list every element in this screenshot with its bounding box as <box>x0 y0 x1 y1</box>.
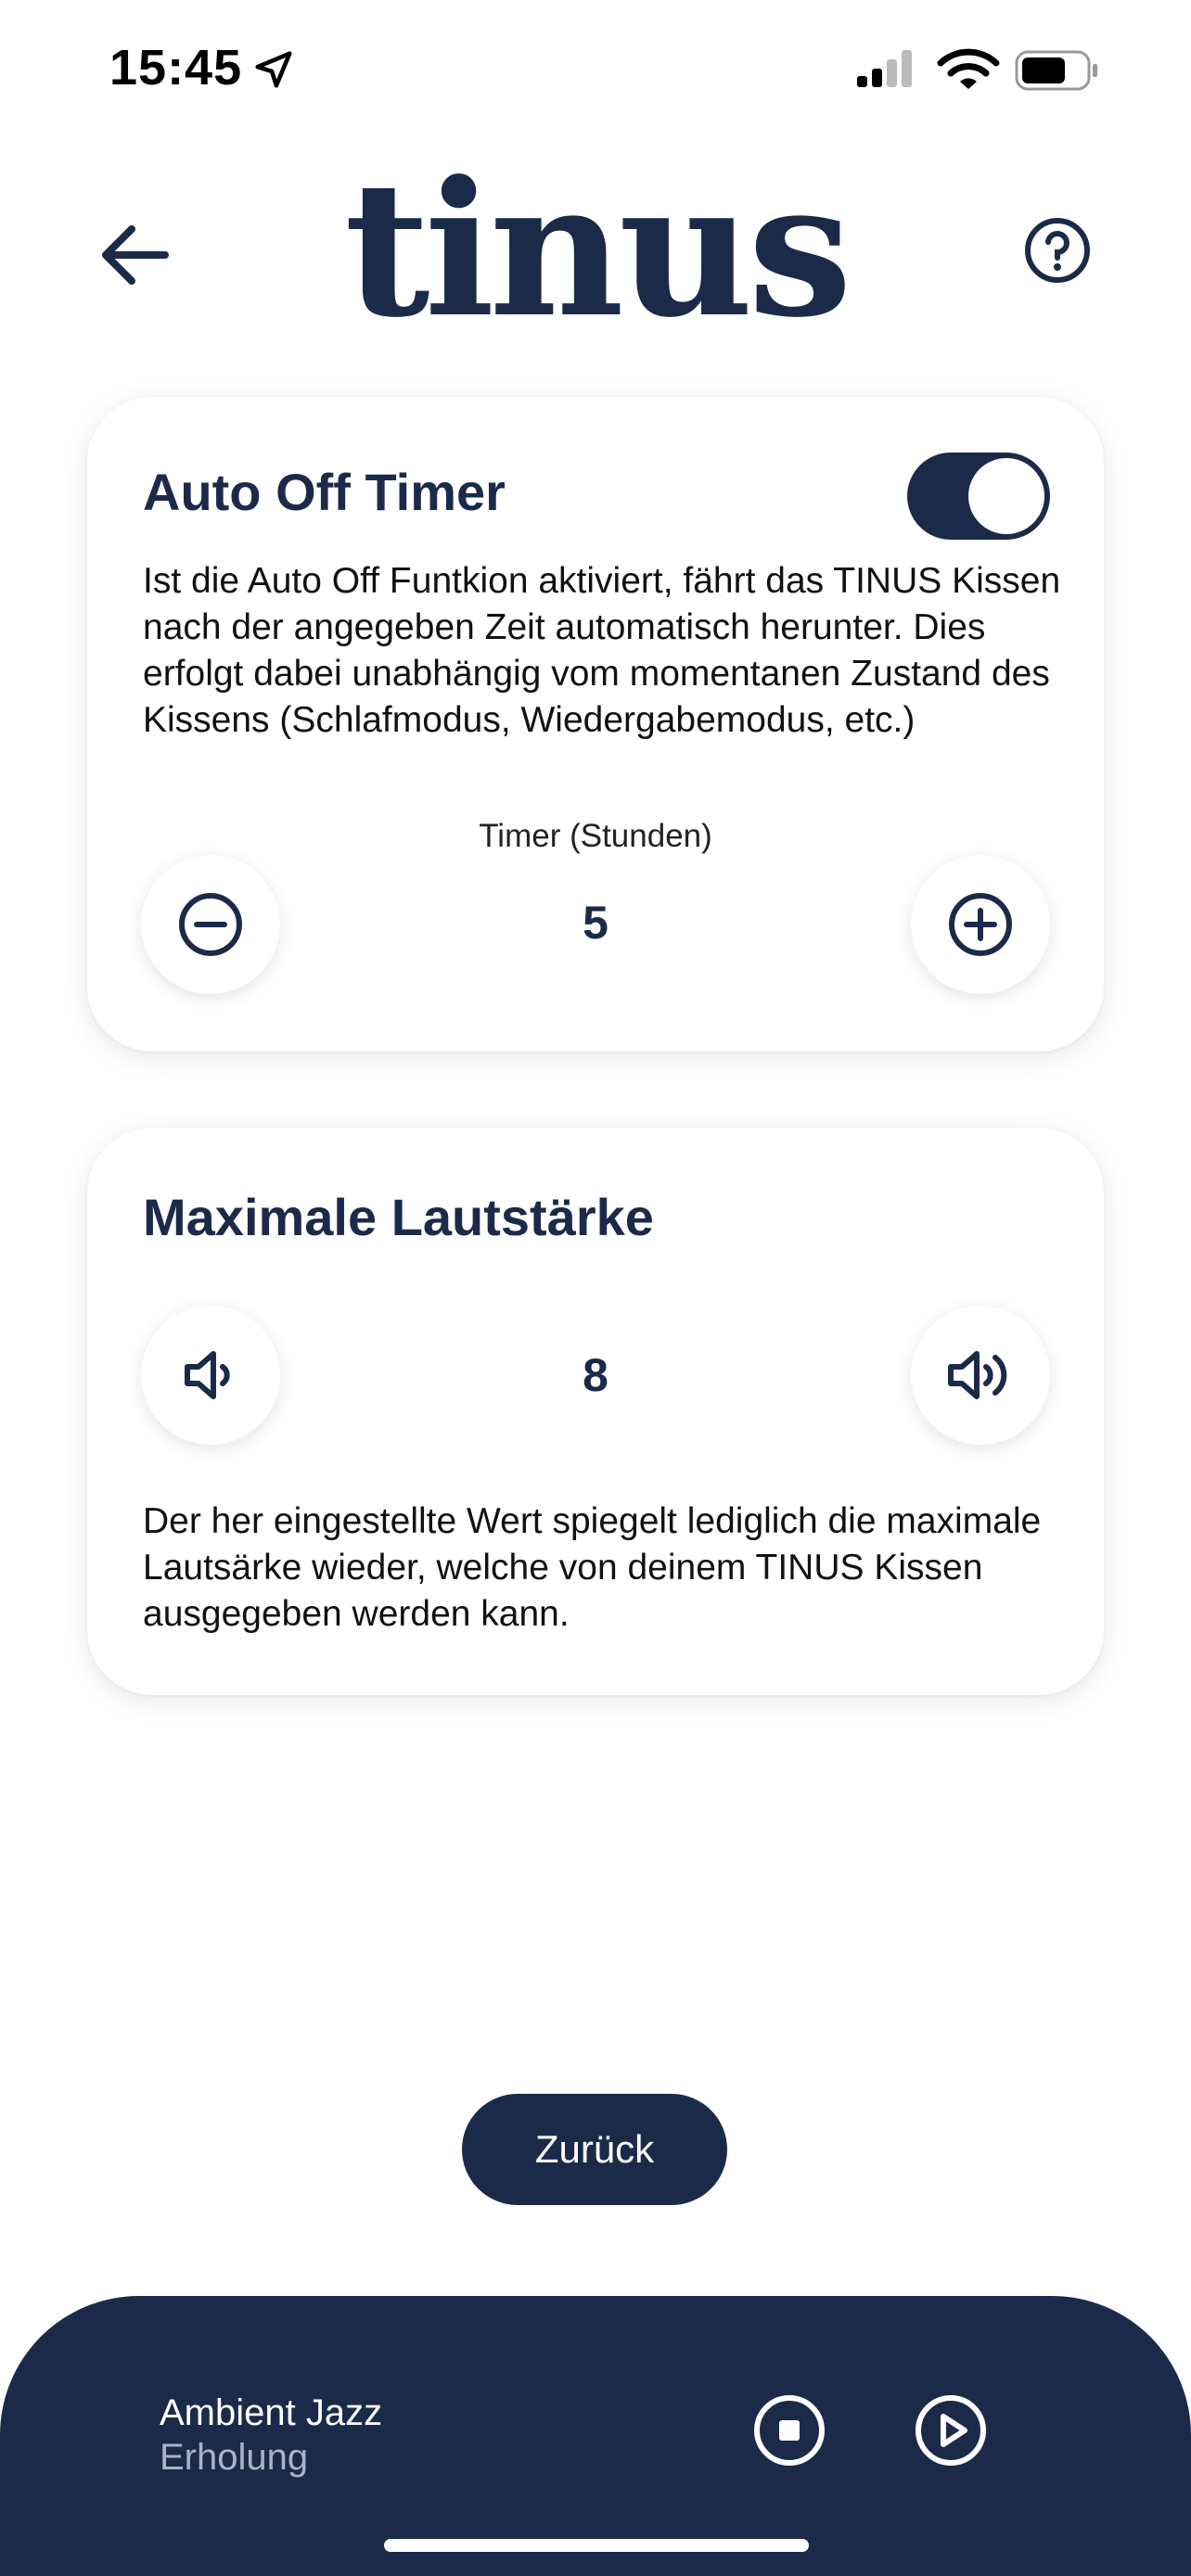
home-indicator <box>384 2539 809 2552</box>
mini-player[interactable]: Ambient Jazz Erholung <box>0 2296 1191 2576</box>
status-bar: 15:45 <box>0 0 1191 139</box>
player-track-title: Ambient Jazz <box>160 2392 383 2433</box>
battery-icon <box>1015 50 1097 91</box>
toggle-knob <box>968 458 1044 534</box>
volume-up-icon <box>948 1351 1007 1399</box>
player-track-category: Erholung <box>160 2437 309 2478</box>
max-volume-description: Der her eingestellte Wert spiegelt ledig… <box>143 1501 1042 1634</box>
auto-off-toggle[interactable] <box>907 453 1050 540</box>
location-arrow-icon <box>255 51 292 88</box>
auto-off-timer-title: Auto Off Timer <box>143 463 506 521</box>
tinus-logo: tinus <box>344 141 852 359</box>
auto-off-description: Ist die Auto Off Funtkion aktiviert, fäh… <box>143 561 1061 740</box>
wifi-icon <box>937 48 1000 89</box>
plus-circle-icon <box>949 893 1012 956</box>
timer-label: Timer (Stunden) <box>479 818 712 854</box>
volume-increase-button[interactable] <box>911 1306 1050 1445</box>
play-circle-icon[interactable] <box>913 2392 989 2468</box>
back-button[interactable]: Zurück <box>462 2094 727 2205</box>
app-header: tinus <box>0 139 1191 362</box>
stop-circle-icon[interactable] <box>751 2392 827 2468</box>
auto-off-timer-card: Auto Off Timer Ist die Auto Off Funtkion… <box>87 397 1104 1052</box>
status-time: 15:45 <box>109 40 243 96</box>
timer-increase-button[interactable] <box>911 855 1050 994</box>
max-volume-title: Maximale Lautstärke <box>143 1188 654 1246</box>
cellular-signal-icon <box>857 50 912 87</box>
max-volume-card: Maximale Lautstärke 8 Der her eingestell… <box>87 1128 1104 1695</box>
question-circle-icon[interactable] <box>1020 213 1095 287</box>
